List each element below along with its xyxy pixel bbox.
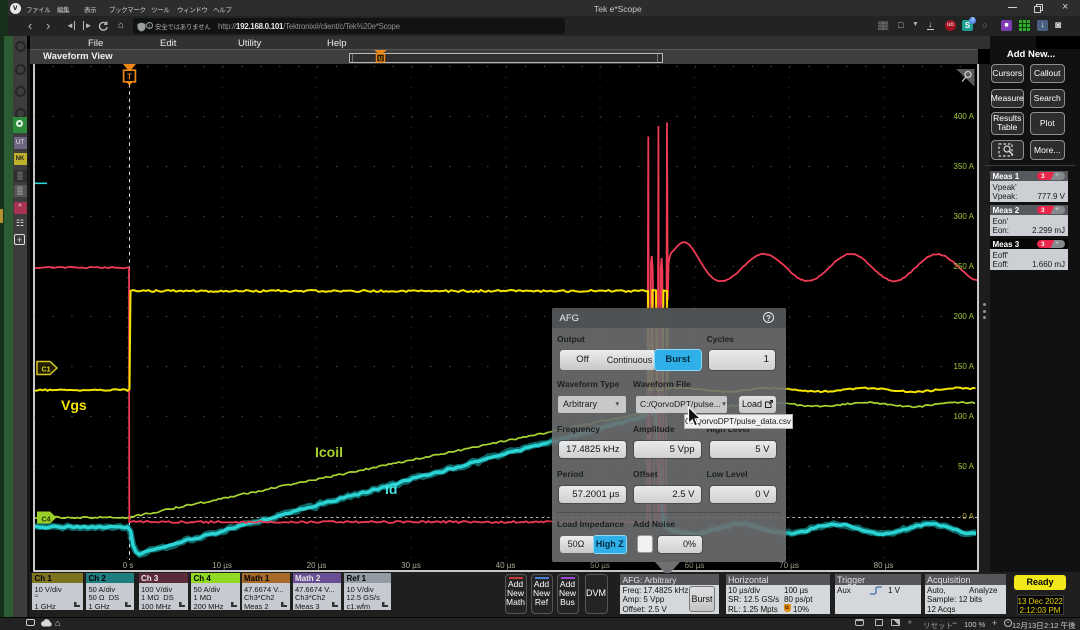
svg-text:C1: C1 [42, 367, 51, 374]
svg-text:U: U [378, 57, 382, 63]
svg-text:T: T [127, 73, 132, 82]
svg-text:C4: C4 [42, 517, 51, 524]
